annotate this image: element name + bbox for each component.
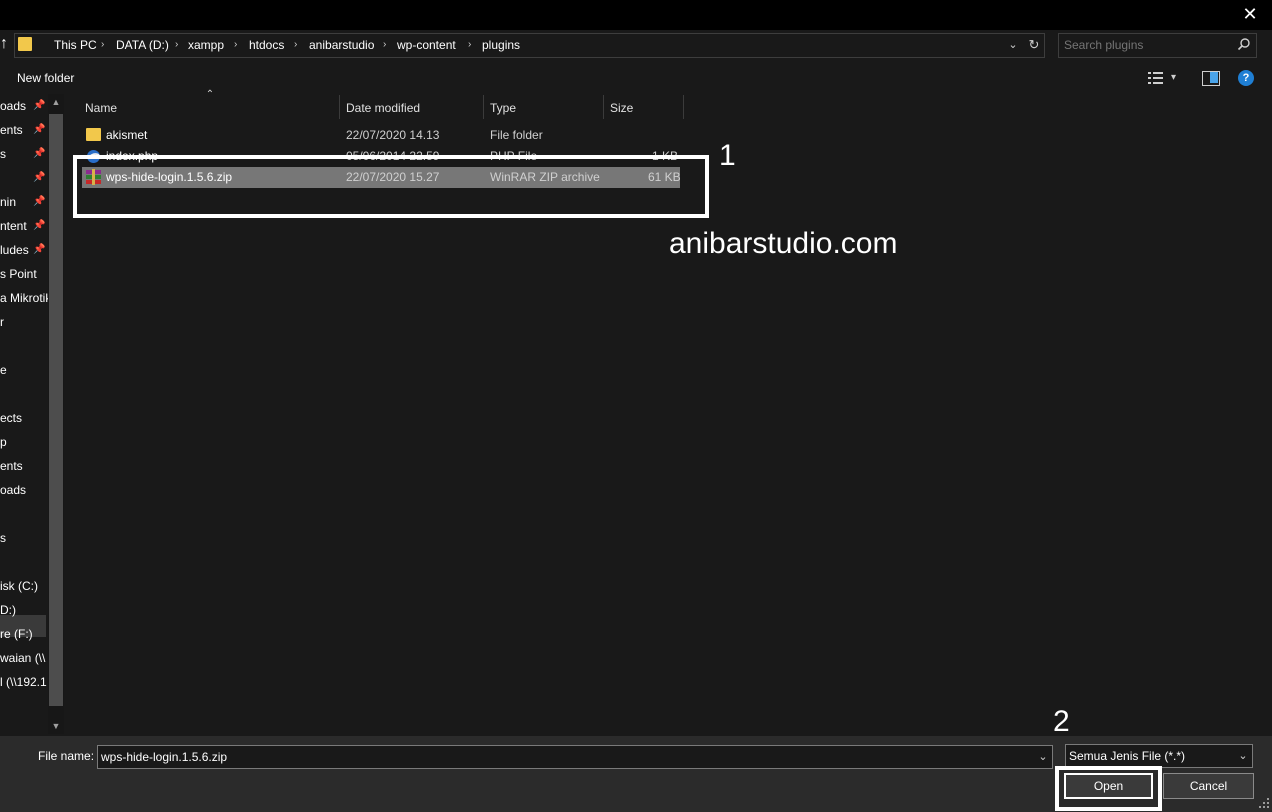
nav-item[interactable]: s <box>0 528 48 548</box>
breadcrumb-xampp[interactable]: xampp <box>188 36 224 54</box>
nav-item[interactable]: ects <box>0 408 48 428</box>
file-name-input[interactable] <box>101 748 1021 766</box>
search-icon[interactable] <box>1237 37 1251 51</box>
breadcrumb-separator[interactable]: › <box>294 36 297 54</box>
column-divider[interactable] <box>339 95 340 119</box>
new-folder-button[interactable]: New folder <box>17 69 74 87</box>
nav-item[interactable]: l (\\192.1 <box>0 672 48 692</box>
file-name-label: File name: <box>38 749 95 763</box>
breadcrumb-separator[interactable]: › <box>468 36 471 54</box>
nav-item[interactable] <box>0 384 48 404</box>
sort-ascending-icon: ⌃ <box>205 89 215 100</box>
search-input[interactable] <box>1064 36 1234 54</box>
nav-item[interactable]: D:) <box>0 600 48 620</box>
pin-icon: 📌 <box>33 124 46 135</box>
watermark-text: anibarstudio.com <box>669 227 898 260</box>
resize-grip-icon[interactable] <box>1259 798 1270 809</box>
nav-item[interactable]: p <box>0 432 48 452</box>
breadcrumb-this-pc[interactable]: This PC <box>54 36 97 54</box>
column-header-name[interactable]: Name <box>85 99 117 117</box>
breadcrumb-data-d[interactable]: DATA (D:) <box>116 36 169 54</box>
nav-item[interactable]: r <box>0 312 48 332</box>
open-button[interactable]: Open <box>1064 773 1153 799</box>
scroll-up-icon[interactable]: ▲ <box>50 96 62 108</box>
pin-icon: 📌 <box>33 244 46 255</box>
cancel-button[interactable]: Cancel <box>1163 773 1254 799</box>
folder-icon <box>86 128 101 141</box>
breadcrumb-anibarstudio[interactable]: anibarstudio <box>309 36 374 54</box>
column-header-type[interactable]: Type <box>490 99 516 117</box>
pin-icon: 📌 <box>33 100 46 111</box>
preview-pane-fill <box>1210 72 1218 83</box>
refresh-icon[interactable]: ↻ <box>1026 35 1042 55</box>
nav-item[interactable]: e <box>0 360 48 380</box>
close-button[interactable]: ✕ <box>1236 2 1264 28</box>
nav-item[interactable]: re (F:) <box>0 624 48 644</box>
nav-item[interactable]: oads <box>0 480 48 500</box>
breadcrumb-wp-content[interactable]: wp-content <box>397 36 456 54</box>
nav-item[interactable]: a Mikrotik <box>0 288 48 308</box>
nav-item[interactable] <box>0 504 48 524</box>
file-name[interactable]: akismet <box>106 125 147 145</box>
breadcrumb-separator[interactable]: › <box>383 36 386 54</box>
nav-item[interactable]: waian (\\ <box>0 648 48 668</box>
breadcrumb-separator[interactable]: › <box>234 36 237 54</box>
title-bar <box>0 0 1272 30</box>
breadcrumb-separator[interactable]: › <box>175 36 178 54</box>
chevron-down-icon[interactable]: ⌄ <box>1036 748 1050 766</box>
pin-icon: 📌 <box>33 148 46 159</box>
column-divider[interactable] <box>483 95 484 119</box>
scroll-down-icon[interactable]: ▼ <box>50 720 62 732</box>
up-arrow-icon[interactable]: ↑ <box>0 34 12 54</box>
chevron-down-icon[interactable]: ⌄ <box>1236 747 1250 765</box>
toolbar <box>0 62 1272 94</box>
column-divider[interactable] <box>603 95 604 119</box>
breadcrumb-htdocs[interactable]: htdocs <box>249 36 284 54</box>
nav-item[interactable]: ents <box>0 456 48 476</box>
file-type-value: Semua Jenis File (*.*) <box>1069 749 1186 763</box>
file-type: File folder <box>490 128 543 142</box>
nav-item[interactable] <box>0 552 48 572</box>
nav-scrollbar-thumb[interactable] <box>49 114 63 706</box>
nav-item[interactable] <box>0 336 48 356</box>
annotation-label: 2 <box>1053 705 1070 738</box>
chevron-down-icon[interactable]: ⌄ <box>1005 36 1021 54</box>
folder-icon <box>18 37 32 51</box>
pin-icon: 📌 <box>33 220 46 231</box>
annotation-label: 1 <box>719 139 736 172</box>
view-options-icon[interactable] <box>1147 70 1167 86</box>
column-divider[interactable] <box>683 95 684 119</box>
view-dropdown-icon[interactable]: ▾ <box>1171 70 1183 86</box>
annotation-highlight-box <box>73 155 709 218</box>
column-header-date[interactable]: Date modified <box>346 99 420 117</box>
breadcrumb-separator[interactable]: › <box>101 36 104 54</box>
nav-item[interactable]: isk (C:) <box>0 576 48 596</box>
breadcrumb-plugins[interactable]: plugins <box>482 36 520 54</box>
file-date: 22/07/2020 14.13 <box>346 128 440 142</box>
help-icon[interactable]: ? <box>1238 70 1254 86</box>
pin-icon: 📌 <box>33 196 46 207</box>
pin-icon: 📌 <box>33 172 46 183</box>
nav-item[interactable]: s Point <box>0 264 48 284</box>
column-header-size[interactable]: Size <box>610 99 633 117</box>
